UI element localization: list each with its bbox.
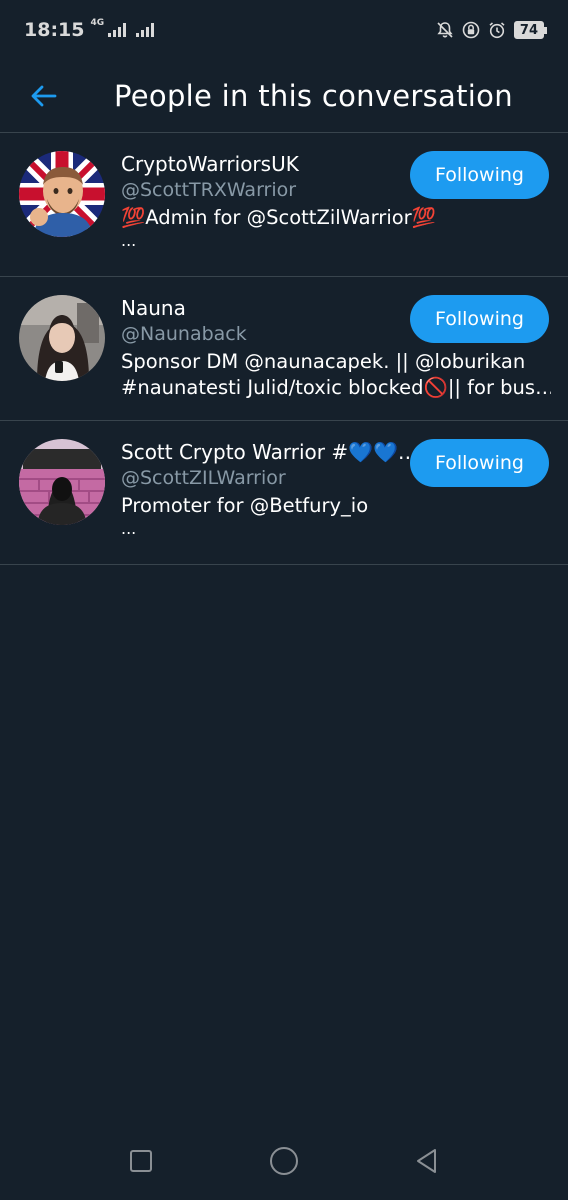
home-circle-icon [269, 1147, 298, 1175]
bio-line: #naunatesti Julid/toxic blocked🚫|| for b… [121, 376, 551, 399]
person-row[interactable]: Nauna @Naunaback Sponsor DM @naunacapek.… [0, 277, 568, 421]
back-triangle-icon [416, 1149, 436, 1173]
display-name: Nauna [121, 296, 186, 320]
bio-ellipsis: ... [121, 519, 137, 538]
bio: Promoter for @Betfury_io ... [121, 493, 551, 539]
recents-button[interactable] [111, 1131, 171, 1191]
bio-line: Promoter for @Betfury_io [121, 494, 369, 517]
avatar[interactable] [19, 439, 105, 525]
following-button[interactable]: Following [410, 439, 549, 487]
screen: 18:15 4G 74 People in this conversation … [0, 0, 568, 1200]
bio-line: 💯Admin for @ScottZilWarrior💯 [121, 206, 436, 229]
page-title: People in this conversation [114, 79, 513, 113]
alarm-icon [488, 21, 506, 39]
back-button[interactable] [14, 66, 74, 126]
arrow-left-icon [31, 85, 57, 107]
person-text: CryptoWarriorsUK @ScottTRXWarrior [121, 151, 411, 203]
battery-icon: 74 [513, 21, 548, 39]
signal-icon-2 [136, 23, 155, 37]
recents-square-icon [130, 1150, 153, 1172]
bio-ellipsis: ... [121, 231, 137, 250]
status-left: 18:15 4G [24, 18, 155, 41]
bio: Sponsor DM @naunacapek. || @loburikan #n… [121, 349, 551, 401]
following-button[interactable]: Following [410, 151, 549, 199]
handle: @ScottZILWarrior [121, 467, 286, 489]
mute-icon [436, 21, 454, 39]
person-text: Scott Crypto Warrior #💙💙… @ScottZILWarri… [121, 439, 411, 491]
system-nav-bar [0, 1122, 568, 1200]
following-button[interactable]: Following [410, 295, 549, 343]
people-list: CryptoWarriorsUK @ScottTRXWarrior 💯Admin… [0, 133, 568, 565]
person-row[interactable]: CryptoWarriorsUK @ScottTRXWarrior 💯Admin… [0, 133, 568, 277]
bio-line: Sponsor DM @naunacapek. || @loburikan [121, 350, 526, 373]
status-bar: 18:15 4G 74 [0, 0, 568, 60]
signal-icon [108, 23, 127, 37]
bio: 💯Admin for @ScottZilWarrior💯 ... [121, 205, 551, 251]
lock-icon [462, 21, 480, 39]
person-row[interactable]: Scott Crypto Warrior #💙💙… @ScottZILWarri… [0, 421, 568, 565]
status-right: 74 [436, 21, 548, 39]
status-time: 18:15 [24, 19, 85, 41]
avatar[interactable] [19, 151, 105, 237]
display-name: CryptoWarriorsUK [121, 152, 299, 176]
display-name: Scott Crypto Warrior #💙💙… [121, 440, 411, 464]
handle: @Naunaback [121, 323, 247, 345]
person-text: Nauna @Naunaback [121, 295, 411, 347]
system-back-button[interactable] [397, 1131, 457, 1191]
avatar[interactable] [19, 295, 105, 381]
home-button[interactable] [254, 1131, 314, 1191]
handle: @ScottTRXWarrior [121, 179, 297, 201]
header: People in this conversation [0, 60, 568, 133]
network-type: 4G [90, 18, 105, 28]
